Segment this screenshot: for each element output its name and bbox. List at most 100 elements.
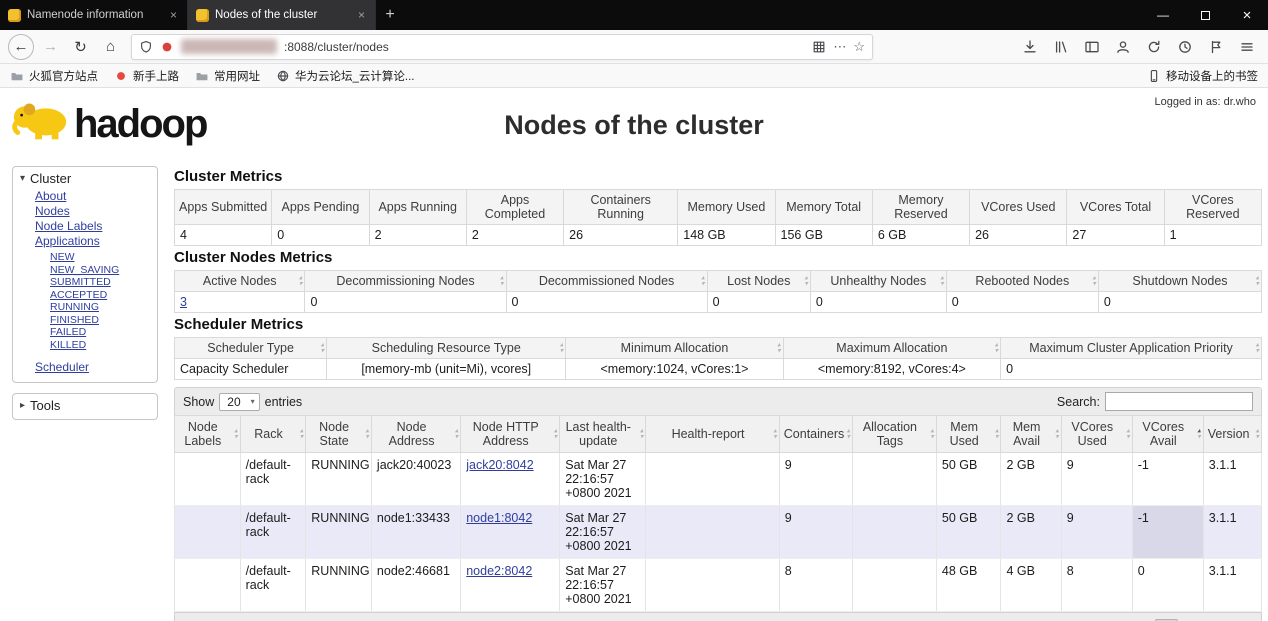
col-vcores-used[interactable]: VCores Used ▴ ▾ [1060,415,1133,453]
col-max-cluster-app-priority[interactable]: Maximum Cluster Application Priority ▴ ▾ [1000,337,1262,359]
col-memory-used[interactable]: Memory Used [677,189,776,225]
tab-title: Nodes of the cluster [215,9,318,21]
col-vcores-total[interactable]: VCores Total [1066,189,1165,225]
col-vcores-used[interactable]: VCores Used [969,189,1068,225]
cell-vcores-used: 9 [1060,505,1133,559]
col-minimum-allocation[interactable]: Minimum Allocation ▴ ▾ [565,337,784,359]
col-active-nodes[interactable]: Active Nodes ▴ ▾ [173,270,306,292]
sort-icon: ▴ ▾ [1197,427,1201,440]
col-mem-avail[interactable]: Mem Avail ▴ ▾ [1000,415,1062,453]
tab-nodes-of-cluster[interactable]: Nodes of the cluster × [188,0,376,30]
page-actions-icon[interactable]: ⋯ [833,39,846,55]
download-icon[interactable] [1016,33,1043,60]
bookmark-star-icon[interactable]: ☆ [853,39,865,55]
application-states: NEW NEW_SAVING SUBMITTED ACCEPTED RUNNIN… [50,251,150,351]
reload-button[interactable]: ↻ [67,33,94,60]
col-scheduling-resource-type[interactable]: Scheduling Resource Type ▴ ▾ [326,337,567,359]
close-icon[interactable]: × [168,8,179,22]
col-health-report[interactable]: Health-report ▴ ▾ [645,415,780,453]
menu-icon[interactable] [1233,33,1260,60]
sidebar-item-new[interactable]: NEW [50,251,150,264]
col-containers-running[interactable]: Containers Running [563,189,679,225]
col-apps-completed[interactable]: Apps Completed [465,189,565,225]
cell-node-http-address: node1:8042 [460,505,561,559]
sort-icon: ▴ ▾ [804,274,808,287]
bookmark-firefox-official[interactable]: 火狐官方站点 [10,68,98,84]
back-button[interactable]: ← [8,33,34,60]
col-mem-used[interactable]: Mem Used ▴ ▾ [935,415,1002,453]
col-apps-submitted[interactable]: Apps Submitted [173,189,273,225]
pocket-icon[interactable] [1202,33,1229,60]
new-tab-button[interactable]: + [376,0,404,30]
cell-containers: 9 [778,505,853,559]
col-version[interactable]: Version ▴ ▾ [1202,415,1263,453]
col-decommissioned-nodes[interactable]: Decommissioned Nodes ▴ ▾ [505,270,708,292]
col-node-labels[interactable]: Node Labels ▴ ▾ [174,415,241,453]
url-text[interactable]: :8088/cluster/nodes [284,40,805,54]
mobile-bookmarks[interactable]: 移动设备上的书签 [1147,68,1258,84]
col-vcores-avail[interactable]: VCores Avail ▴ ▾ [1131,415,1204,453]
tools-section-toggle[interactable]: ▸ Tools [20,398,150,413]
sidebar-item-failed[interactable]: FAILED [50,326,150,339]
col-lost-nodes[interactable]: Lost Nodes ▴ ▾ [706,270,811,292]
library-icon[interactable] [1047,33,1074,60]
page-size-select[interactable]: 20 ▾ [219,392,260,411]
sidebar-item-killed[interactable]: KILLED [50,339,150,352]
sync-icon[interactable] [1140,33,1167,60]
close-window-button[interactable]: × [1226,0,1268,30]
sidebar-item-applications[interactable]: Applications [35,234,150,249]
bookmark-getting-started[interactable]: 新手上路 [114,68,179,84]
col-last-health-update[interactable]: Last health-update ▴ ▾ [559,415,647,453]
forward-button[interactable]: → [37,33,64,60]
account-icon[interactable] [1109,33,1136,60]
col-containers[interactable]: Containers ▴ ▾ [778,415,853,453]
col-rebooted-nodes[interactable]: Rebooted Nodes ▴ ▾ [945,270,1099,292]
shield-icon[interactable] [139,40,153,54]
search-input[interactable] [1105,392,1253,411]
node-http-link[interactable]: node1:8042 [466,511,532,525]
minimize-button[interactable]: — [1142,0,1184,30]
col-scheduler-type[interactable]: Scheduler Type ▴ ▾ [173,337,328,359]
sidebar-item-nodes[interactable]: Nodes [35,204,150,219]
table-row: /default-rack RUNNING node2:46681 node2:… [174,558,1263,612]
active-nodes-link[interactable]: 3 [180,295,187,309]
col-memory-total[interactable]: Memory Total [774,189,873,225]
cell-mem-used: 50 GB [935,505,1002,559]
bookmark-huawei-cloud-forum[interactable]: 华为云论坛_云计算论... [276,68,414,84]
sidebar-item-submitted[interactable]: SUBMITTED [50,276,150,289]
page-action-grid-icon[interactable] [812,40,826,54]
history-icon[interactable] [1171,33,1198,60]
sidebar-item-node-labels[interactable]: Node Labels [35,219,150,234]
sidebar-item-scheduler[interactable]: Scheduler [35,360,89,374]
node-http-link[interactable]: jack20:8042 [466,458,533,472]
chevron-right-icon: ▸ [20,400,26,411]
col-node-address[interactable]: Node Address ▴ ▾ [370,415,462,453]
col-unhealthy-nodes[interactable]: Unhealthy Nodes ▴ ▾ [809,270,947,292]
col-apps-running[interactable]: Apps Running [368,189,467,225]
sidebar-toggle-icon[interactable] [1078,33,1105,60]
maximize-button[interactable] [1184,0,1226,30]
sidebar-item-accepted[interactable]: ACCEPTED [50,289,150,302]
sidebar-item-running[interactable]: RUNNING [50,301,150,314]
col-rack[interactable]: Rack ▴ ▾ [239,415,307,453]
cell-health-report [645,558,780,612]
cluster-section-toggle[interactable]: ▾ Cluster [20,171,150,186]
col-apps-pending[interactable]: Apps Pending [271,189,370,225]
home-button[interactable]: ⌂ [97,33,124,60]
close-icon[interactable]: × [356,8,367,22]
sidebar-item-new-saving[interactable]: NEW_SAVING [50,264,150,277]
col-memory-reserved[interactable]: Memory Reserved [871,189,971,225]
address-bar[interactable]: :8088/cluster/nodes ⋯ ☆ [131,33,873,60]
col-vcores-reserved[interactable]: VCores Reserved [1163,189,1263,225]
sidebar-item-about[interactable]: About [35,189,150,204]
node-http-link[interactable]: node2:8042 [466,564,532,578]
col-node-http-address[interactable]: Node HTTP Address ▴ ▾ [460,415,561,453]
tab-namenode-information[interactable]: Namenode information × [0,0,188,30]
col-maximum-allocation[interactable]: Maximum Allocation ▴ ▾ [782,337,1002,359]
col-decommissioning-nodes[interactable]: Decommissioning Nodes ▴ ▾ [304,270,507,292]
bookmark-common-sites[interactable]: 常用网址 [195,68,260,84]
sidebar-item-finished[interactable]: FINISHED [50,314,150,327]
col-allocation-tags[interactable]: Allocation Tags ▴ ▾ [851,415,937,453]
col-shutdown-nodes[interactable]: Shutdown Nodes ▴ ▾ [1097,270,1263,292]
col-node-state[interactable]: Node State ▴ ▾ [305,415,372,453]
